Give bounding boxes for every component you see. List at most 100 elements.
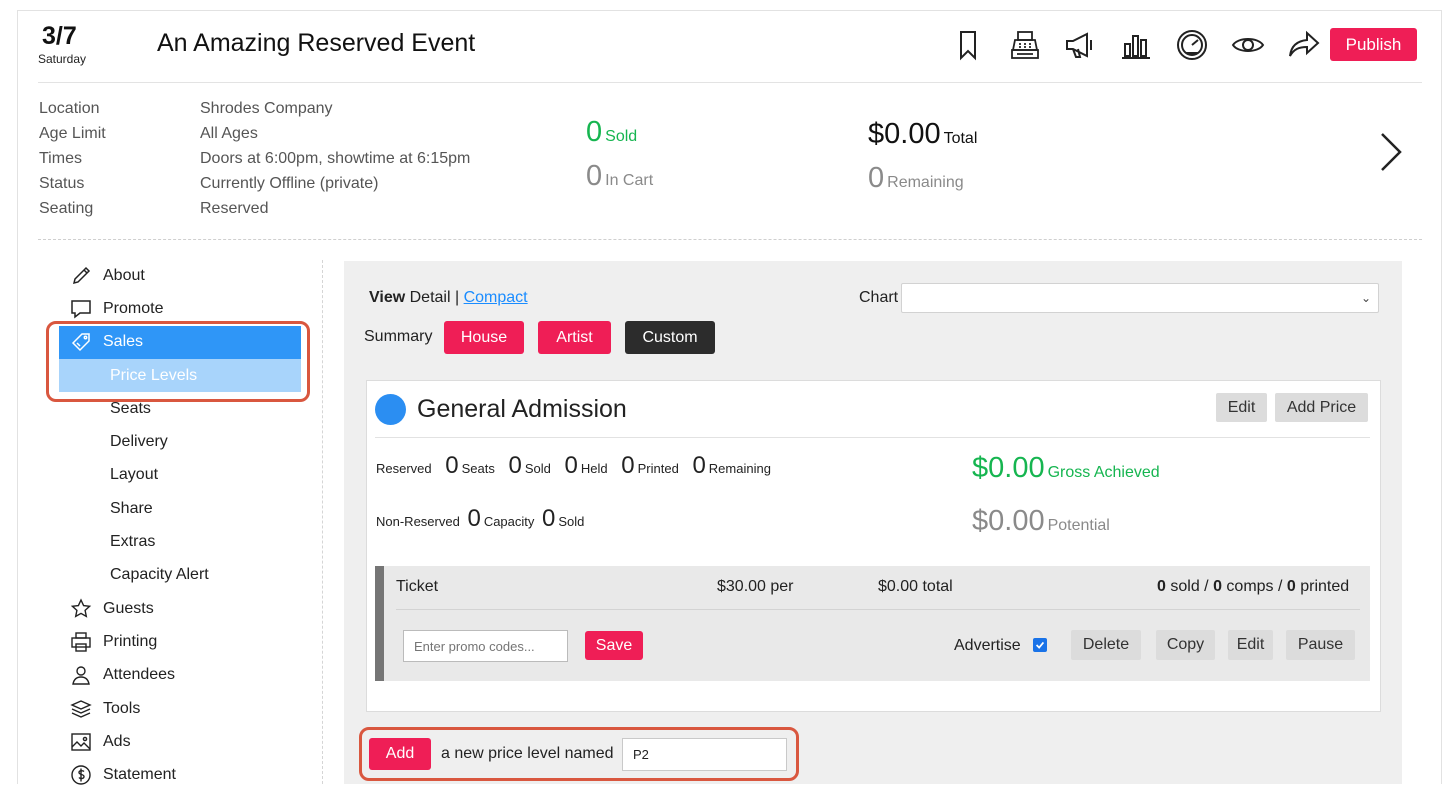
event-date: 3/7 <box>42 22 77 50</box>
nonreserved-stats: Non-Reserved 0 Capacity 0 Sold <box>376 505 585 532</box>
image-icon <box>59 731 103 753</box>
sidebar-item-layout[interactable]: Layout <box>59 459 301 492</box>
in-cart-stat: 0 In Cart <box>586 160 654 192</box>
summary-custom-button[interactable]: Custom <box>625 321 715 354</box>
printer-icon <box>59 631 103 653</box>
checkmark-icon <box>1035 641 1045 649</box>
info-label-status: Status <box>39 175 85 192</box>
sidebar-item-tools[interactable]: Tools <box>59 692 301 725</box>
sidebar-item-label: Delivery <box>110 433 168 451</box>
info-value-times: Doors at 6:00pm, showtime at 6:15pm <box>200 150 471 167</box>
price-level-name-input[interactable] <box>622 738 787 771</box>
chart-select[interactable]: ⌄ <box>901 283 1379 313</box>
sidebar-item-about[interactable]: About <box>59 259 301 292</box>
ticket-per-price: $30.00 per <box>717 578 794 595</box>
event-weekday: Saturday <box>38 52 87 66</box>
price-level-color-dot[interactable] <box>375 394 406 425</box>
cash-register-icon[interactable] <box>996 24 1052 66</box>
eye-icon[interactable] <box>1220 24 1276 66</box>
sidebar-item-guests[interactable]: Guests <box>59 592 301 625</box>
remaining-stat: 0 Remaining <box>868 162 964 194</box>
add-level-text: a new price level named <box>441 745 614 762</box>
sidebar-item-label: Tools <box>103 699 141 717</box>
ticket-counts: 0 sold / 0 comps / 0 printed <box>1157 578 1350 595</box>
sidebar-item-label: Statement <box>103 766 176 784</box>
sidebar-item-label: Seats <box>110 399 151 417</box>
edit-price-level-button[interactable]: Edit <box>1216 393 1267 422</box>
sidebar-item-label: Share <box>110 499 153 517</box>
sidebar-item-label: Promote <box>103 299 164 317</box>
info-label-seating: Seating <box>39 200 94 217</box>
pause-ticket-button[interactable]: Pause <box>1286 630 1355 660</box>
view-compact-link[interactable]: Compact <box>464 289 528 306</box>
megaphone-icon[interactable] <box>1052 24 1108 66</box>
view-detail-option[interactable]: Detail <box>410 289 451 306</box>
sidebar-item-label: Guests <box>103 599 154 617</box>
dollar-circle-icon <box>59 764 103 786</box>
ticket-name: Ticket <box>396 578 439 595</box>
sidebar-item-label: Attendees <box>103 666 176 684</box>
layers-icon <box>59 698 103 720</box>
promo-code-input[interactable] <box>403 630 568 662</box>
sidebar-item-label: About <box>103 266 145 284</box>
event-info-values: Shrodes Company All Ages Doors at 6:00pm… <box>200 96 470 221</box>
advertise-checkbox[interactable] <box>1033 638 1047 652</box>
info-value-age-limit: All Ages <box>200 125 258 142</box>
advertise-label: Advertise <box>954 637 1021 654</box>
total-stat: $0.00 Total <box>868 118 978 150</box>
chevron-right-icon[interactable] <box>1376 130 1408 174</box>
sidebar-item-capacity-alert[interactable]: Capacity Alert <box>59 559 301 592</box>
bar-chart-icon[interactable] <box>1108 24 1164 66</box>
info-divider <box>38 239 1422 240</box>
sidebar-item-label: Printing <box>103 632 158 650</box>
price-level-title: General Admission <box>417 395 627 423</box>
bookmark-icon[interactable] <box>940 24 996 66</box>
info-value-seating: Reserved <box>200 200 269 217</box>
sidebar-item-delivery[interactable]: Delivery <box>59 425 301 458</box>
delete-ticket-button[interactable]: Delete <box>1071 630 1141 660</box>
event-title: An Amazing Reserved Event <box>157 29 476 57</box>
sidebar-item-label: Capacity Alert <box>110 566 209 584</box>
reserved-stats: Reserved 0 Seats 0 Sold 0 Held 0 Printed 0 Re… <box>376 452 771 479</box>
sidebar-item-ads[interactable]: Ads <box>59 725 301 758</box>
add-price-button[interactable]: Add Price <box>1275 393 1368 422</box>
speech-bubble-icon <box>59 298 103 320</box>
event-info-labels: Location Age Limit Times Status Seating <box>39 96 106 221</box>
star-icon <box>59 597 103 620</box>
sidebar-divider <box>322 260 323 784</box>
card-divider <box>375 437 1370 438</box>
sidebar-item-printing[interactable]: Printing <box>59 625 301 658</box>
gross-achieved: $0.00 Gross Achieved <box>972 452 1160 484</box>
share-icon[interactable] <box>1276 24 1332 66</box>
chart-label: Chart <box>859 289 899 306</box>
info-label-location: Location <box>39 100 100 117</box>
summary-house-button[interactable]: House <box>444 321 524 354</box>
sidebar-item-extras[interactable]: Extras <box>59 525 301 558</box>
dashboard-icon[interactable] <box>1164 24 1220 66</box>
sidebar-item-label: Extras <box>110 533 156 551</box>
summary-label: Summary <box>364 328 433 345</box>
info-value-location: Shrodes Company <box>200 100 333 117</box>
view-mode-selector: View Detail | Compact <box>369 289 528 306</box>
header-divider <box>38 82 1422 83</box>
chevron-down-icon: ⌄ <box>1360 291 1371 305</box>
pencil-icon <box>59 265 103 287</box>
save-promo-button[interactable]: Save <box>585 631 643 660</box>
copy-ticket-button[interactable]: Copy <box>1156 630 1215 660</box>
ticket-total: $0.00 total <box>878 578 953 595</box>
add-price-level-button[interactable]: Add <box>369 738 431 770</box>
info-value-status: Currently Offline (private) <box>200 175 379 192</box>
sidebar-item-label: Ads <box>103 732 131 750</box>
edit-ticket-button[interactable]: Edit <box>1228 630 1273 660</box>
potential-amount: $0.00 Potential <box>972 505 1110 537</box>
publish-button[interactable]: Publish <box>1330 28 1417 61</box>
sidebar-item-share[interactable]: Share <box>59 492 301 525</box>
event-toolbar <box>940 24 1332 66</box>
summary-artist-button[interactable]: Artist <box>538 321 611 354</box>
ticket-divider <box>396 609 1360 610</box>
sidebar-item-statement[interactable]: Statement <box>59 758 301 791</box>
sidebar-item-attendees[interactable]: Attendees <box>59 659 301 692</box>
person-icon <box>59 664 103 686</box>
sidebar-item-label: Layout <box>110 466 159 484</box>
sales-highlight-outline <box>46 321 310 402</box>
